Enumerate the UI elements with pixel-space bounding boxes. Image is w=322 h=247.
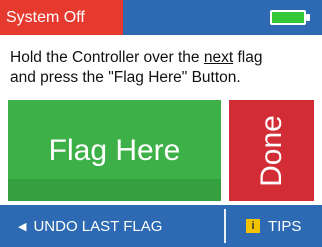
bottom-bar: ◀ UNDO LAST FLAG i TIPS	[0, 205, 322, 247]
instruction-line1-pre: Hold the Controller over the	[10, 49, 204, 66]
info-icon: i	[246, 219, 260, 233]
instruction-line1-underlined: next	[203, 49, 234, 66]
done-button[interactable]: Done	[229, 100, 314, 201]
system-status-label: System Off	[0, 0, 123, 35]
done-label: Done	[254, 114, 288, 187]
tips-button[interactable]: i TIPS	[226, 205, 322, 247]
instruction-line2: and press the "Flag Here" Button.	[10, 69, 241, 86]
tips-label: TIPS	[268, 217, 302, 235]
flag-here-label: Flag Here	[48, 133, 181, 167]
instruction-line1-post: flag	[233, 49, 263, 66]
left-arrow-icon: ◀	[18, 220, 27, 233]
device-screen: System Off Hold the Controller over the …	[0, 0, 322, 247]
instruction-text: Hold the Controller over the next flag a…	[10, 48, 315, 88]
battery-icon	[270, 10, 310, 25]
undo-label: UNDO LAST FLAG	[33, 217, 163, 235]
undo-last-flag-button[interactable]: ◀ UNDO LAST FLAG	[0, 205, 224, 247]
flag-here-button[interactable]: Flag Here	[8, 100, 221, 201]
top-status-bar: System Off	[0, 0, 322, 35]
